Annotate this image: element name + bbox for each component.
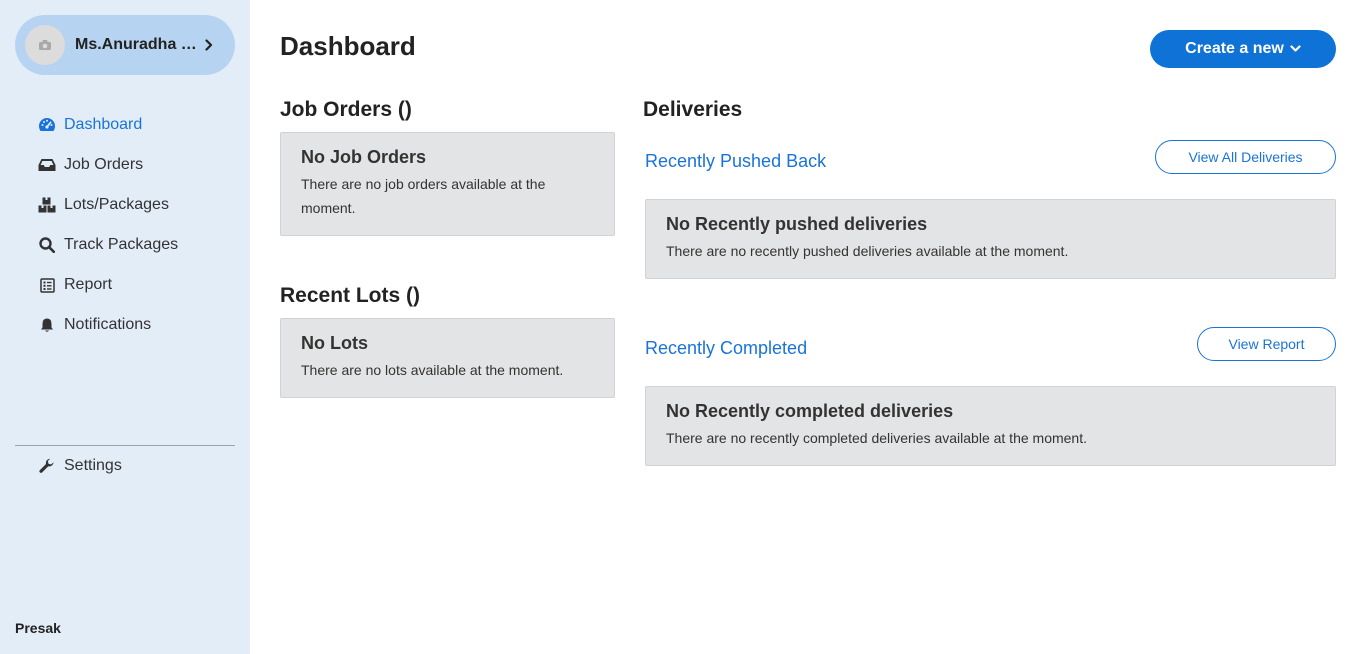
inbox-icon [38,156,56,174]
empty-text: There are no recently completed deliveri… [666,430,1087,446]
pushed-back-empty-card: No Recently pushed deliveries There are … [645,199,1336,279]
deliveries-title: Deliveries [643,98,743,121]
sidebar-item-label: Track Packages [64,236,179,253]
sidebar-item-label: Notifications [64,316,152,333]
view-report-button[interactable]: View Report [1197,327,1336,361]
job-orders-title: Job Orders () [280,98,412,121]
chevron-down-icon [1290,45,1301,52]
job-orders-empty-card: No Job Orders There are no job orders av… [280,132,615,236]
sidebar-item-settings[interactable]: Settings [38,446,122,486]
create-new-button[interactable]: Create a new [1150,30,1336,68]
recently-pushed-back-link[interactable]: Recently Pushed Back [645,151,826,172]
empty-text: There are no job orders available at the… [301,176,546,216]
boxes-icon [38,196,56,214]
sidebar-item-dashboard[interactable]: Dashboard [38,105,238,145]
recent-lots-title: Recent Lots () [280,284,421,307]
sidebar-item-report[interactable]: Report [38,265,238,305]
recent-lots-empty-card: No Lots There are no lots available at t… [280,318,615,398]
bell-icon [38,316,56,334]
empty-text: There are no recently pushed deliveries … [666,243,1069,259]
empty-title: No Recently completed deliveries [666,401,954,421]
page-title: Dashboard [280,31,416,61]
empty-text: There are no lots available at the momen… [301,362,564,378]
view-all-deliveries-button[interactable]: View All Deliveries [1155,140,1336,174]
wrench-icon [38,457,56,475]
sidebar-item-job-orders[interactable]: Job Orders [38,145,238,185]
recently-completed-link[interactable]: Recently Completed [645,338,807,359]
sidebar-item-track-packages[interactable]: Track Packages [38,225,238,265]
sidebar-item-label: Report [64,276,113,293]
search-icon [38,236,56,254]
speedometer-icon [38,116,56,134]
create-new-label: Create a new [1185,40,1284,57]
empty-title: No Recently pushed deliveries [666,214,928,234]
sidebar: Ms.Anuradha Sharma Dashboard [0,0,250,654]
completed-empty-card: No Recently completed deliveries There a… [645,386,1336,466]
empty-title: No Lots [301,333,368,353]
chevron-right-icon [205,39,213,51]
sidebar-item-lots-packages[interactable]: Lots/Packages [38,185,238,225]
brand-name: Presak [15,620,61,636]
empty-title: No Job Orders [301,147,427,167]
sidebar-item-notifications[interactable]: Notifications [38,305,238,345]
profile-name: Ms.Anuradha Sharma [75,36,197,53]
sidebar-nav: Dashboard Job Orders Lots/Packages Track… [38,105,238,345]
report-icon [38,276,56,294]
profile-button[interactable]: Ms.Anuradha Sharma [15,15,235,75]
avatar [25,25,65,65]
settings-label: Settings [64,457,122,474]
sidebar-item-label: Lots/Packages [64,196,169,213]
sidebar-item-label: Dashboard [64,116,143,133]
sidebar-item-label: Job Orders [64,156,144,173]
camera-icon [39,40,51,50]
